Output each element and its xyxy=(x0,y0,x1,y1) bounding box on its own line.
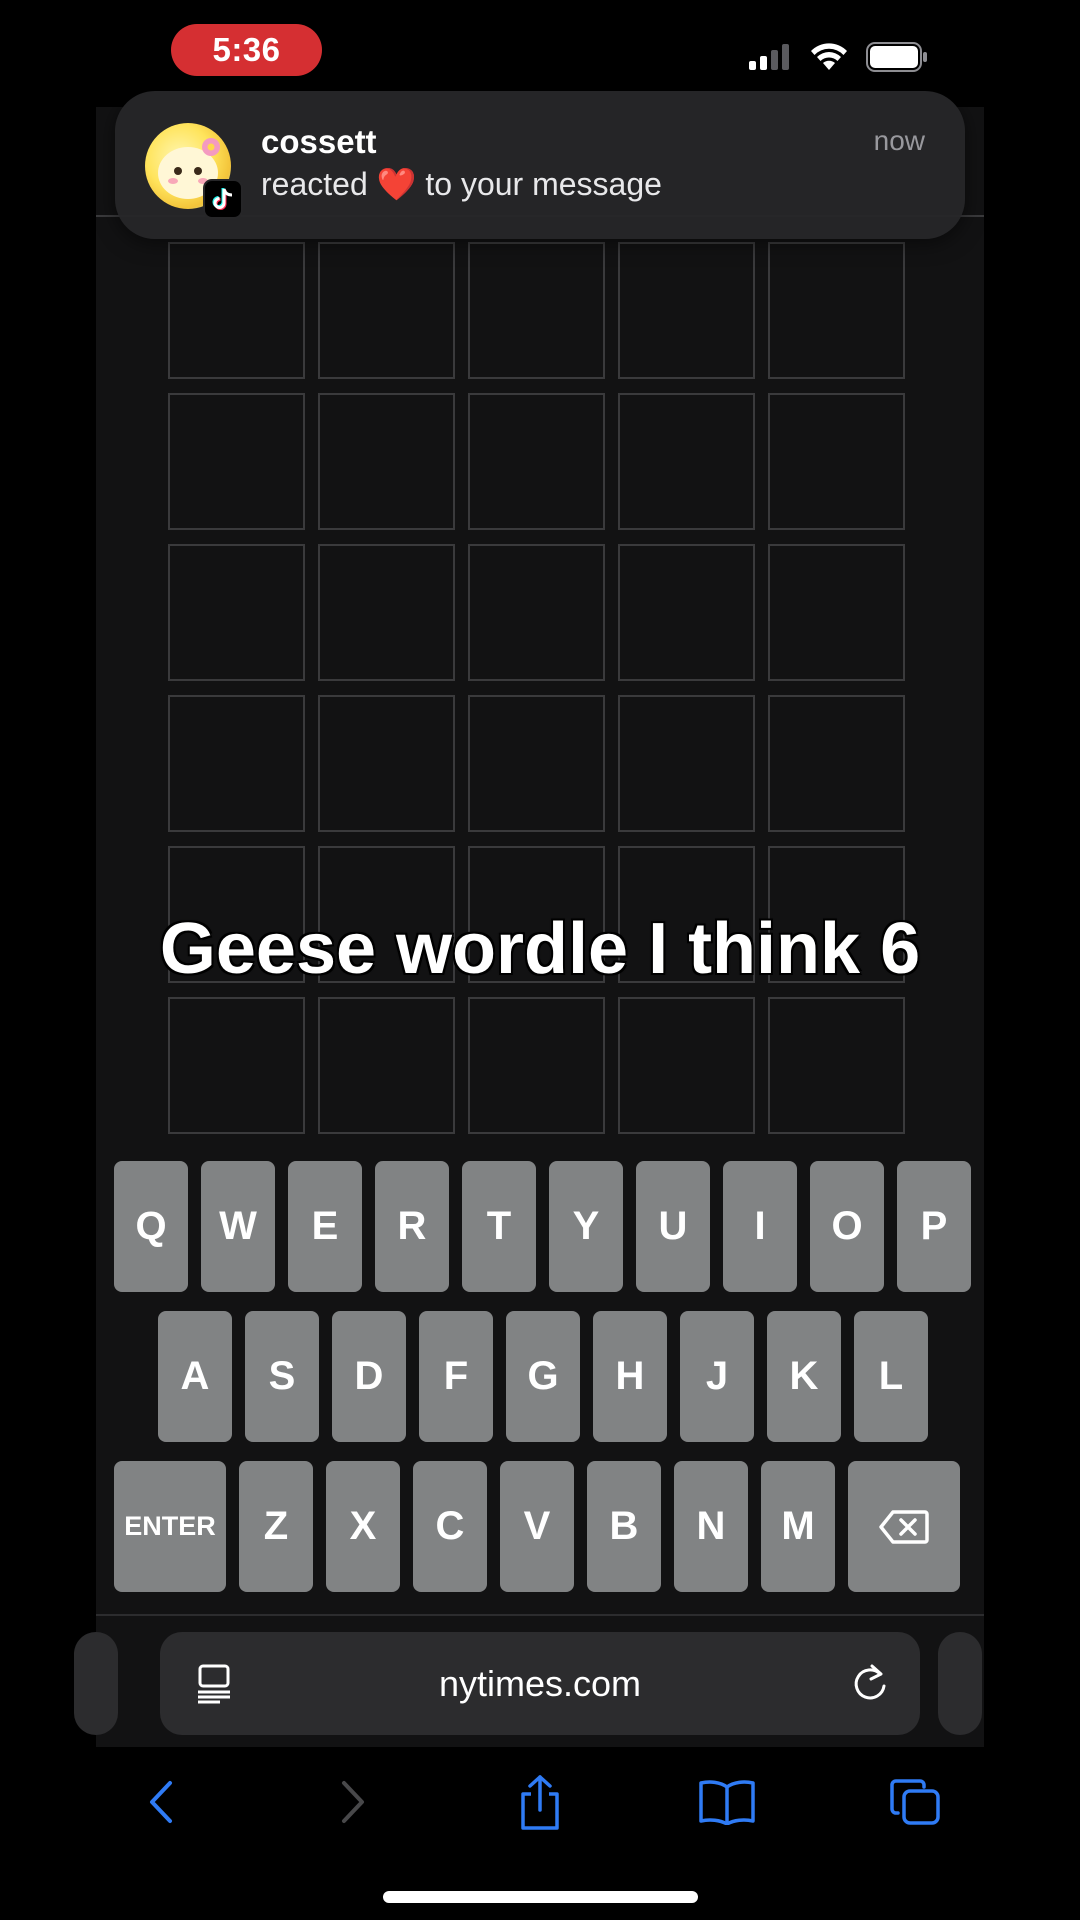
grid-tile xyxy=(618,393,755,530)
key-v[interactable]: V xyxy=(500,1461,574,1592)
grid-tile xyxy=(768,544,905,681)
notification-time: now xyxy=(873,125,925,156)
grid-tile xyxy=(468,393,605,530)
key-o[interactable]: O xyxy=(810,1161,884,1292)
key-z[interactable]: Z xyxy=(239,1461,313,1592)
book-icon xyxy=(699,1780,755,1825)
wordle-board xyxy=(168,242,905,1134)
grid-tile xyxy=(468,544,605,681)
key-p[interactable]: P xyxy=(897,1161,971,1292)
keyboard-row-1: QWERTYUIOP xyxy=(114,1161,971,1292)
key-w[interactable]: W xyxy=(201,1161,275,1292)
key-n[interactable]: N xyxy=(674,1461,748,1592)
grid-tile xyxy=(318,695,455,832)
browser-toolbar xyxy=(96,1767,984,1837)
back-button[interactable] xyxy=(126,1767,196,1837)
notification-message: reacted ❤️ to your message xyxy=(261,166,662,202)
key-y[interactable]: Y xyxy=(549,1161,623,1292)
cellular-signal-icon xyxy=(749,44,789,70)
key-e[interactable]: E xyxy=(288,1161,362,1292)
keyboard-row-3: ENTER Z X C V B N M xyxy=(114,1461,960,1592)
key-u[interactable]: U xyxy=(636,1161,710,1292)
key-g[interactable]: G xyxy=(506,1311,580,1442)
browser-divider xyxy=(96,1614,984,1616)
address-bar[interactable]: nytimes.com xyxy=(160,1632,920,1735)
battery-icon xyxy=(866,42,927,72)
grid-tile xyxy=(168,242,305,379)
key-k[interactable]: K xyxy=(767,1311,841,1442)
chevron-left-icon xyxy=(150,1781,172,1823)
reload-icon[interactable] xyxy=(850,1662,890,1704)
grid-tile xyxy=(468,242,605,379)
home-indicator[interactable] xyxy=(383,1891,698,1903)
key-c[interactable]: C xyxy=(413,1461,487,1592)
status-icons xyxy=(748,42,928,72)
backspace-icon xyxy=(879,1509,929,1544)
enter-key[interactable]: ENTER xyxy=(114,1461,226,1592)
key-j[interactable]: J xyxy=(680,1311,754,1442)
bookmarks-button[interactable] xyxy=(692,1767,762,1837)
key-x[interactable]: X xyxy=(326,1461,400,1592)
video-caption: Geese wordle I think 6 xyxy=(159,909,921,989)
backspace-key[interactable] xyxy=(848,1461,960,1592)
notification-sender: cossett xyxy=(261,123,377,160)
grid-tile xyxy=(768,997,905,1134)
grid-tile xyxy=(768,695,905,832)
grid-tile xyxy=(318,242,455,379)
key-q[interactable]: Q xyxy=(114,1161,188,1292)
grid-tile xyxy=(168,997,305,1134)
previous-tab-preview[interactable] xyxy=(74,1632,118,1735)
grid-tile xyxy=(618,997,755,1134)
forward-button[interactable] xyxy=(318,1767,388,1837)
key-m[interactable]: M xyxy=(761,1461,835,1592)
key-s[interactable]: S xyxy=(245,1311,319,1442)
grid-tile xyxy=(768,242,905,379)
grid-tile xyxy=(468,997,605,1134)
grid-tile xyxy=(168,393,305,530)
key-i[interactable]: I xyxy=(723,1161,797,1292)
tabs-button[interactable] xyxy=(881,1767,951,1837)
grid-tile xyxy=(468,695,605,832)
key-f[interactable]: F xyxy=(419,1311,493,1442)
key-b[interactable]: B xyxy=(587,1461,661,1592)
grid-tile xyxy=(168,544,305,681)
status-time: 5:36 xyxy=(171,24,322,76)
key-d[interactable]: D xyxy=(332,1311,406,1442)
grid-tile xyxy=(168,695,305,832)
grid-tile xyxy=(618,695,755,832)
grid-tile xyxy=(318,997,455,1134)
share-icon xyxy=(521,1775,559,1830)
grid-tile xyxy=(618,242,755,379)
next-tab-preview[interactable] xyxy=(938,1632,982,1735)
tabs-icon xyxy=(890,1779,940,1825)
key-t[interactable]: T xyxy=(462,1161,536,1292)
grid-tile xyxy=(318,544,455,681)
grid-tile xyxy=(768,393,905,530)
key-r[interactable]: R xyxy=(375,1161,449,1292)
key-l[interactable]: L xyxy=(854,1311,928,1442)
grid-tile xyxy=(318,393,455,530)
key-h[interactable]: H xyxy=(593,1311,667,1442)
notification-banner[interactable]: cossett reacted ❤️ to your message now xyxy=(115,91,965,239)
wifi-icon xyxy=(811,43,847,70)
keyboard-row-2: ASDFGHJKL xyxy=(158,1311,928,1442)
tiktok-badge-icon xyxy=(203,179,243,219)
share-button[interactable] xyxy=(505,1767,575,1837)
chevron-right-icon xyxy=(342,1781,364,1823)
url-text[interactable]: nytimes.com xyxy=(160,1663,920,1705)
key-a[interactable]: A xyxy=(158,1311,232,1442)
grid-tile xyxy=(618,544,755,681)
